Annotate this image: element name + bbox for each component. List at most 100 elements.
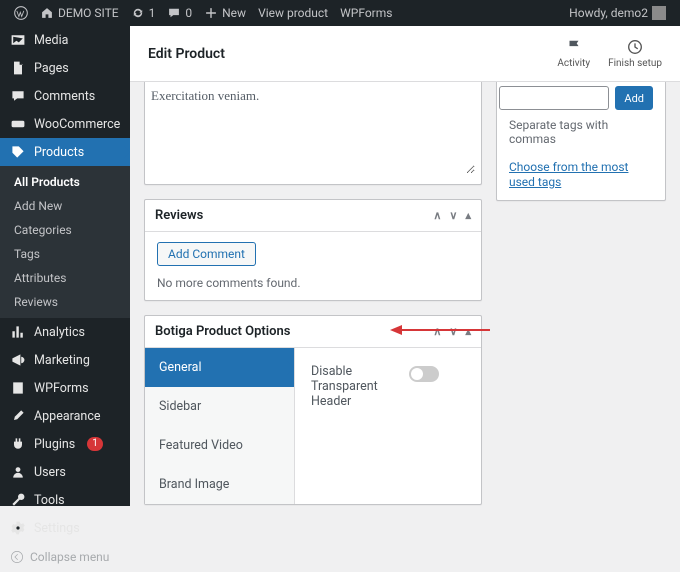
add-comment-button[interactable]: Add Comment [157,242,256,266]
woocommerce-icon [10,116,26,132]
page-header: Edit Product Activity Finish setup [130,26,680,82]
sidebar-item-analytics[interactable]: Analytics [0,318,130,346]
admin-sidebar: Media Pages Comments WooCommerce Product… [0,26,130,506]
collapse-icon [10,550,24,564]
pages-label: Pages [34,61,69,76]
sidebar-item-users[interactable]: Users [0,458,130,486]
page-icon [10,60,26,76]
annotation-arrow [390,322,490,338]
reviews-box: Reviews ∧ ∨ ▴ Add Comment No more commen… [144,199,482,301]
subitem-attributes[interactable]: Attributes [0,266,130,290]
updates-link[interactable]: 1 [125,6,162,20]
users-label: Users [34,465,66,480]
toggle-panel-icon[interactable]: ▴ [465,209,471,222]
tools-label: Tools [34,493,65,508]
collapse-menu[interactable]: Collapse menu [0,542,130,572]
refresh-icon [131,6,145,20]
clock-icon [626,38,644,56]
sidebar-item-appearance[interactable]: Appearance [0,402,130,430]
form-icon [10,380,26,396]
botiga-title: Botiga Product Options [155,324,290,339]
sidebar-item-products[interactable]: Products [0,138,130,166]
comments-icon [10,88,26,104]
appearance-label: Appearance [34,409,101,424]
sidebar-item-woocommerce[interactable]: WooCommerce [0,110,130,138]
subitem-all-products[interactable]: All Products [0,170,130,194]
plug-icon [10,436,26,452]
subitem-reviews[interactable]: Reviews [0,290,130,314]
plugins-label: Plugins [34,437,75,452]
analytics-icon [10,324,26,340]
reviews-title: Reviews [155,208,203,223]
activity-label: Activity [557,58,590,69]
media-label: Media [34,33,68,48]
sidebar-item-comments[interactable]: Comments [0,82,130,110]
reviews-empty-text: No more comments found. [157,276,469,290]
tab-general[interactable]: General [145,348,294,387]
wp-logo[interactable] [8,6,34,20]
site-name-text: DEMO SITE [58,6,119,20]
disable-transparent-header-label: Disable Transparent Header [311,364,391,409]
admin-bar: DEMO SITE 1 0 New View product WPForms H… [0,0,680,26]
tab-brand-image[interactable]: Brand Image [145,465,294,504]
tab-featured-video[interactable]: Featured Video [145,426,294,465]
sidebar-item-pages[interactable]: Pages [0,54,130,82]
sidebar-item-wpforms[interactable]: WPForms [0,374,130,402]
analytics-label: Analytics [34,325,85,340]
subitem-add-new[interactable]: Add New [0,194,130,218]
wpforms-bar-link[interactable]: WPForms [334,6,398,20]
brush-icon [10,408,26,424]
howdy-account[interactable]: Howdy, demo2 [563,6,672,20]
move-up-icon[interactable]: ∧ [433,209,441,222]
botiga-tabs: General Sidebar Featured Video Brand Ima… [145,348,295,504]
plugins-update-badge: 1 [87,437,103,451]
sidebar-item-settings[interactable]: Settings [0,514,130,542]
comments-label: Comments [34,89,95,104]
add-tag-button[interactable]: Add [615,86,653,110]
sidebar-item-marketing[interactable]: Marketing [0,346,130,374]
page-title: Edit Product [148,46,225,62]
subitem-categories[interactable]: Categories [0,218,130,242]
new-label: New [222,6,246,20]
howdy-text: Howdy, demo2 [569,6,648,20]
subitem-tags[interactable]: Tags [0,242,130,266]
avatar [652,6,666,20]
user-icon [10,464,26,480]
view-product-link[interactable]: View product [252,6,334,20]
tab-sidebar[interactable]: Sidebar [145,387,294,426]
updates-count: 1 [149,6,156,20]
products-submenu: All Products Add New Categories Tags Att… [0,166,130,318]
woocommerce-label: WooCommerce [34,117,120,132]
settings-icon [10,520,26,536]
move-down-icon[interactable]: ∨ [449,209,457,222]
tag-input[interactable] [499,86,609,110]
description-textarea[interactable] [151,88,475,174]
flag-icon [565,38,583,56]
botiga-panel-general: Disable Transparent Header [295,348,481,504]
new-content-link[interactable]: New [198,6,252,20]
home-icon [40,6,54,20]
activity-button[interactable]: Activity [557,38,590,69]
settings-label: Settings [34,521,80,536]
main-content: Edit Product Activity Finish setup Revie… [130,26,680,506]
collapse-label: Collapse menu [30,550,109,564]
wpforms-label: WPForms [34,381,89,396]
site-name-link[interactable]: DEMO SITE [34,6,125,20]
marketing-label: Marketing [34,353,90,368]
choose-tags-link[interactable]: Choose from the most used tags [509,160,628,189]
products-label: Products [34,145,84,160]
botiga-options-box: Botiga Product Options ∧ ∨ ▴ General Sid… [144,315,482,505]
products-icon [10,144,26,160]
megaphone-icon [10,352,26,368]
sidebar-item-media[interactable]: Media [0,26,130,54]
tags-box: Add Separate tags with commas Choose fro… [496,82,666,201]
media-icon [10,32,26,48]
tags-hint: Separate tags with commas [509,118,653,146]
comments-link[interactable]: 0 [161,6,198,20]
sidebar-item-plugins[interactable]: Plugins 1 [0,430,130,458]
disable-transparent-header-toggle[interactable] [409,366,439,382]
sidebar-item-tools[interactable]: Tools [0,486,130,514]
plus-icon [204,6,218,20]
comment-icon [167,6,181,20]
finish-setup-button[interactable]: Finish setup [608,38,662,69]
